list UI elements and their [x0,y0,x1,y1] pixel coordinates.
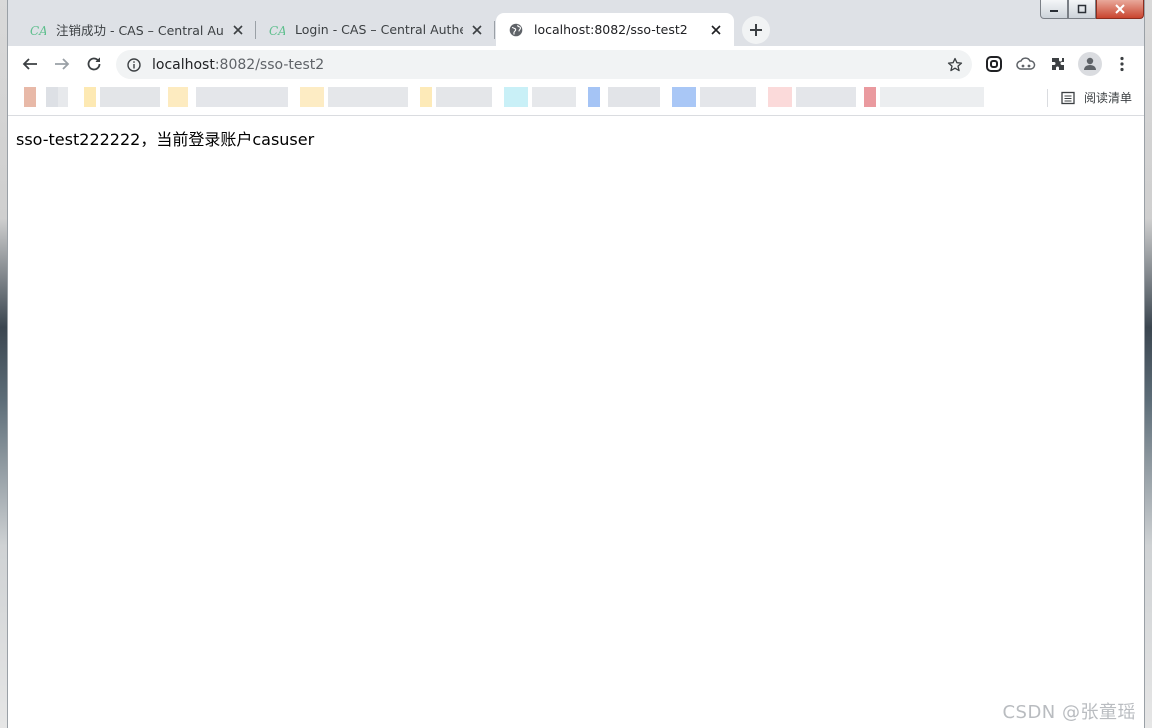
bookmark-item[interactable] [588,87,660,107]
bookmark-item[interactable] [504,87,576,107]
url-host: localhost [152,56,215,73]
minimize-button[interactable] [1040,0,1068,19]
address-bar[interactable]: localhost:8082/sso-test2 [116,50,972,79]
page-content: sso-test222222，当前登录账户casuser CSDN @张童瑶 [8,116,1144,728]
bookmark-item[interactable] [672,87,756,107]
bookmarks-bar: 阅读清单 [8,82,1144,116]
profile-avatar[interactable] [1078,52,1102,76]
window-close-button[interactable] [1096,0,1144,19]
bookmark-item[interactable] [300,87,408,107]
extensions-puzzle-icon[interactable] [1048,54,1068,74]
window-controls [1040,0,1144,20]
bookmark-item[interactable] [84,87,160,107]
bookmark-star-icon[interactable] [946,56,964,74]
extension-cloud-icon[interactable] [1016,54,1036,74]
tab-strip: CA 注销成功 - CAS – Central Authe CA Login -… [8,0,1144,46]
arrow-left-icon [22,58,37,70]
reload-icon [87,57,101,71]
bookmark-item[interactable] [864,87,984,107]
plus-icon [750,24,762,36]
divider [1046,89,1048,107]
svg-text:CA: CA [269,24,285,38]
maximize-button[interactable] [1068,0,1096,19]
tab-localhost[interactable]: localhost:8082/sso-test2 [496,13,734,46]
page-body-text: sso-test222222，当前登录账户casuser [16,130,315,149]
url-path: :8082/sso-test2 [214,56,325,73]
bookmark-item[interactable] [768,87,856,107]
close-icon [1115,4,1125,14]
arrow-right-icon [55,58,70,70]
tab-title: 注销成功 - CAS – Central Authe [56,23,224,38]
extension-copy-icon[interactable] [984,54,1004,74]
back-button[interactable] [20,54,40,74]
minimize-icon [1050,10,1058,12]
reading-list-label: 阅读清单 [1083,91,1132,105]
new-tab-button[interactable] [742,16,770,44]
reading-list-icon [1061,91,1075,105]
bookmark-item[interactable] [420,87,492,107]
info-icon[interactable] [126,57,142,73]
toolbar: localhost:8082/sso-test2 [8,46,1144,82]
svg-text:CA: CA [30,24,46,38]
tab-title: Login - CAS – Central Authenti [295,22,463,37]
restore-icon [1077,4,1087,14]
tab-logout-success[interactable]: CA 注销成功 - CAS – Central Authe [18,13,256,46]
close-icon[interactable] [708,22,724,38]
reload-button[interactable] [84,54,104,74]
bookmark-item[interactable] [16,87,76,107]
close-icon[interactable] [230,22,246,38]
watermark: CSDN @张童瑶 [1002,702,1136,723]
forward-button[interactable] [52,54,72,74]
close-icon[interactable] [469,22,485,38]
person-icon [1084,57,1096,70]
bookmark-item[interactable] [168,87,288,107]
cas-icon: CA [30,22,46,38]
tab-login[interactable]: CA Login - CAS – Central Authenti [257,13,495,46]
cas-icon: CA [269,22,285,38]
browser-window: CA 注销成功 - CAS – Central Authe CA Login -… [8,0,1144,728]
tab-title: localhost:8082/sso-test2 [534,22,688,37]
globe-icon [508,22,524,38]
menu-button[interactable] [1112,54,1132,74]
reading-list-button[interactable]: 阅读清单 [1046,89,1132,107]
more-vert-icon [1120,56,1124,72]
url-text: localhost:8082/sso-test2 [152,57,324,73]
